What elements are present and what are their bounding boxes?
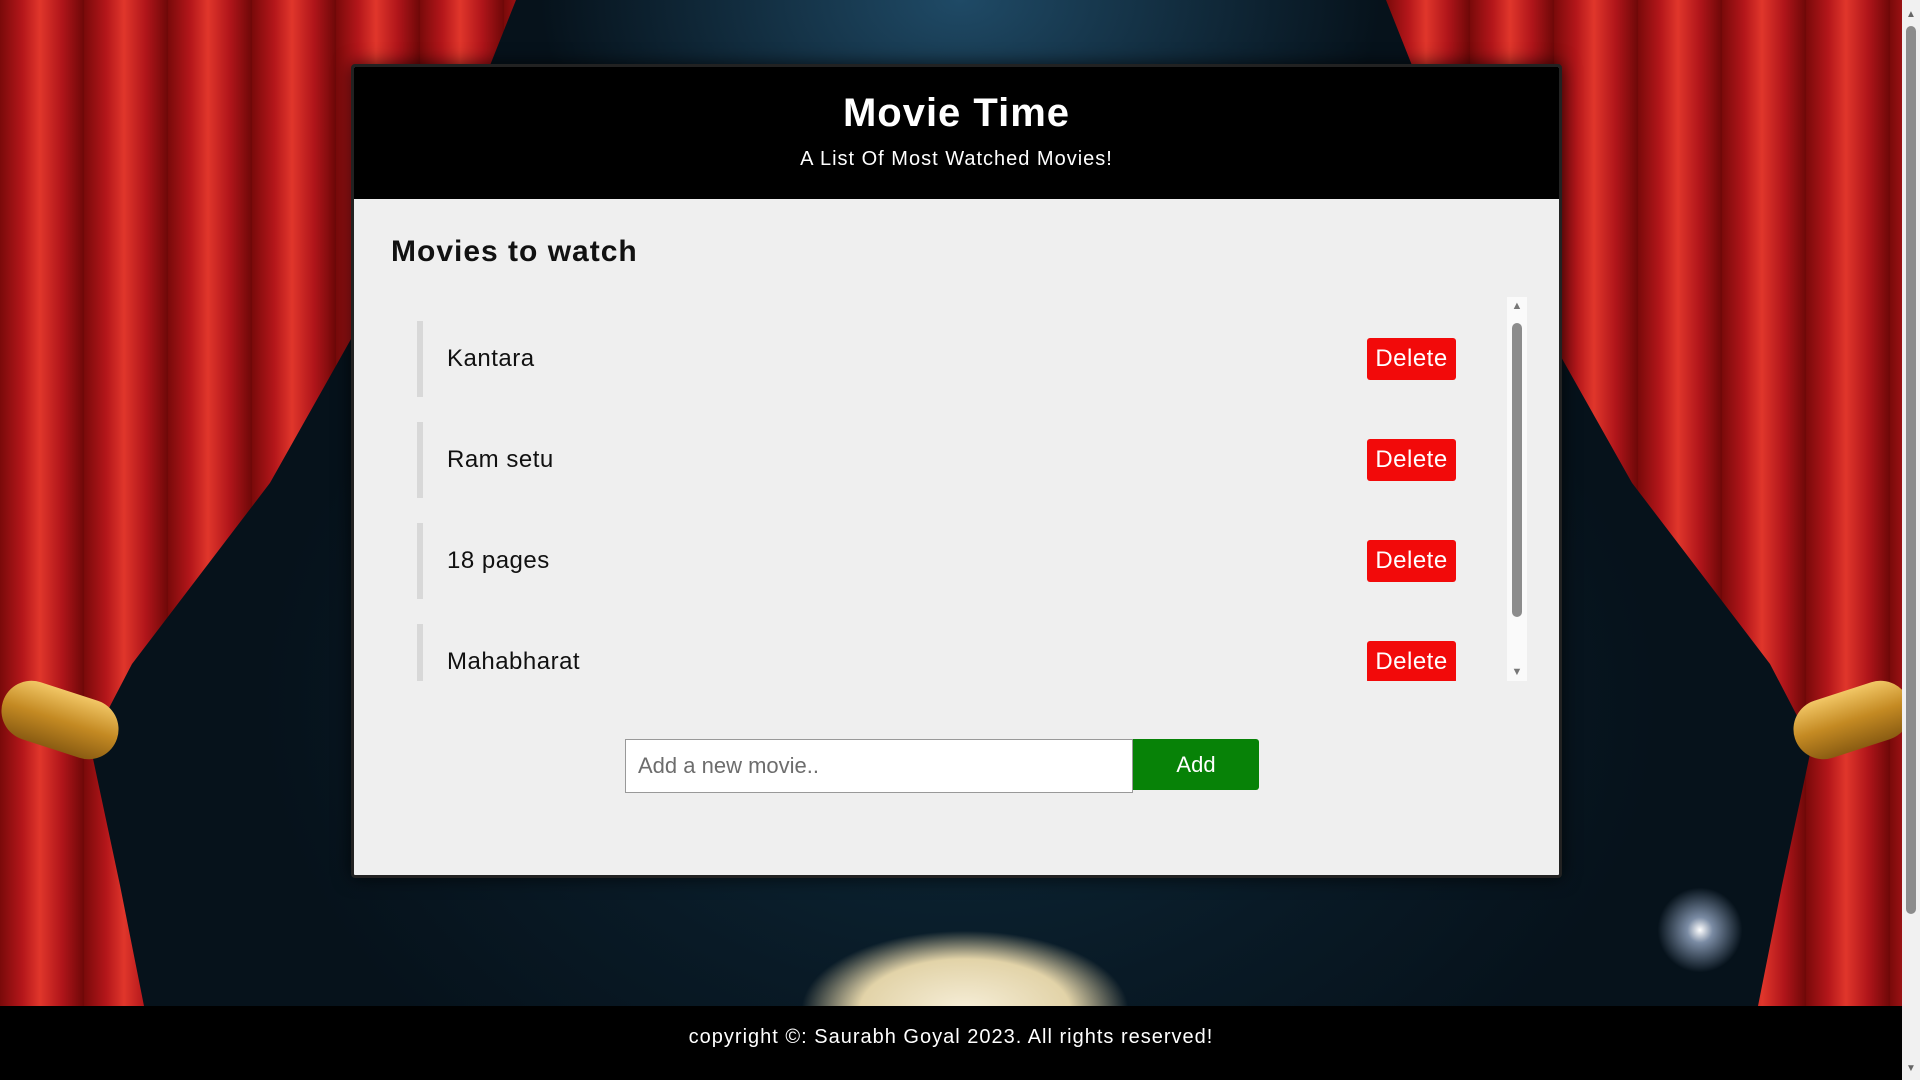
add-movie-form: Add [625,739,1259,793]
footer: copyright ©: Saurabh Goyal 2023. All rig… [0,1006,1902,1080]
movie-list: Kantara Delete Ram setu Delete 18 pages … [391,297,1507,681]
list-item: Ram setu Delete [417,422,1457,498]
copyright-text: copyright ©: Saurabh Goyal 2023. All rig… [688,1026,1214,1048]
list-title: Movies to watch [391,235,638,268]
delete-button[interactable]: Delete [1367,439,1456,481]
movie-list-area: Kantara Delete Ram setu Delete 18 pages … [391,297,1531,681]
page-scroll-up-icon[interactable]: ▲ [1902,6,1920,24]
movie-list-card: Movie Time A List Of Most Watched Movies… [351,64,1562,878]
card-header: Movie Time A List Of Most Watched Movies… [354,67,1559,199]
page-scrollbar[interactable]: ▲ ▼ [1902,0,1920,1080]
list-scrollbar-thumb[interactable] [1512,323,1522,617]
page-title: Movie Time [842,91,1071,135]
scroll-down-arrow-icon[interactable]: ▼ [1507,663,1527,681]
page-subtitle: A List Of Most Watched Movies! [800,148,1113,170]
add-movie-input[interactable] [625,739,1133,793]
movie-name: Ram setu [447,446,554,473]
delete-button[interactable]: Delete [1367,641,1456,681]
add-button[interactable]: Add [1133,739,1259,790]
movie-name: Kantara [447,345,535,372]
popcorn-decoration [800,930,1130,1010]
page-scrollbar-thumb[interactable] [1906,26,1916,914]
movie-name: 18 pages [447,547,550,574]
page-scroll-down-icon[interactable]: ▼ [1902,1060,1920,1078]
scroll-up-arrow-icon[interactable]: ▲ [1507,297,1527,315]
list-item: Kantara Delete [417,321,1457,397]
sparkle-decoration [1650,880,1750,980]
delete-button[interactable]: Delete [1367,540,1456,582]
list-scrollbar[interactable]: ▲ ▼ [1507,297,1527,681]
list-item: Mahabharat Delete [417,624,1457,681]
list-item: 18 pages Delete [417,523,1457,599]
delete-button[interactable]: Delete [1367,338,1456,380]
movie-name: Mahabharat [447,648,581,675]
